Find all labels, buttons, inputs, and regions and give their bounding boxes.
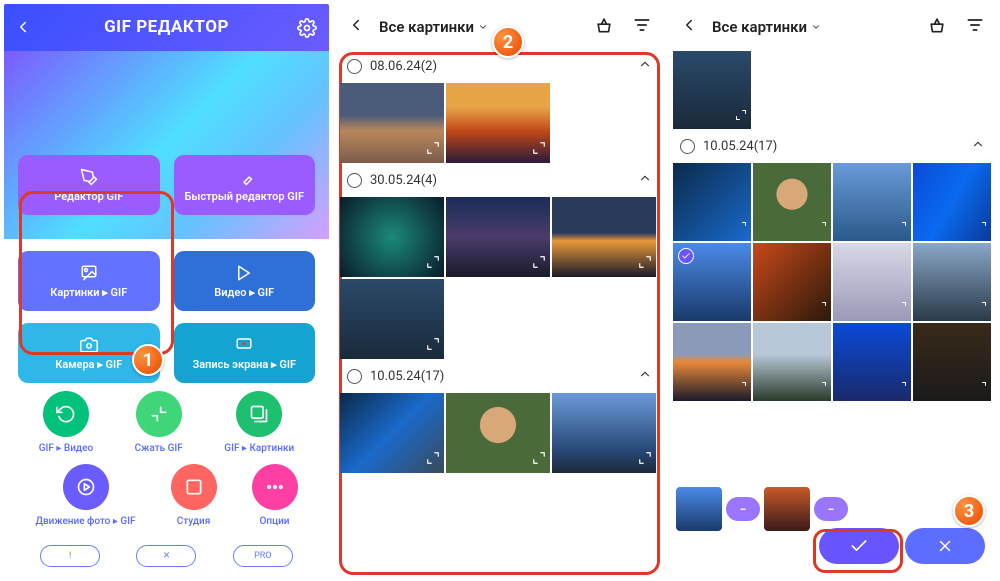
thumbnail[interactable] — [753, 163, 831, 241]
thumbnail[interactable] — [673, 51, 751, 129]
thumbnail[interactable] — [552, 393, 656, 473]
album-dropdown[interactable]: Все картинки — [379, 18, 488, 36]
panel-app-home: GIF РЕДАКТОР Редактор GIF Быстрый редакт… — [4, 4, 329, 577]
circle-studio[interactable]: Студия — [171, 464, 217, 527]
card-fast-editor[interactable]: Быстрый редактор GIF — [174, 155, 316, 215]
back-icon[interactable] — [347, 16, 365, 38]
circle-row-2: Движение фото ▸ GIF Студия Опции — [18, 464, 315, 527]
thumbnail[interactable] — [833, 323, 911, 401]
thumbnail[interactable] — [913, 243, 991, 321]
gallery-header: Все картинки — [670, 4, 995, 50]
circle-gif-to-video[interactable]: GIF ▸ Видео — [39, 391, 93, 454]
thumbnail[interactable] — [673, 323, 751, 401]
card-screenrec-to-gif[interactable]: Запись экрана ▸ GIF — [174, 323, 316, 383]
step-badge-3: 3 — [953, 495, 985, 527]
step-badge-2: 2 — [492, 26, 524, 58]
bottom-pills: ! ✕ PRO — [4, 539, 329, 577]
basket-icon[interactable] — [927, 15, 947, 39]
thumbnail[interactable] — [753, 323, 831, 401]
circle-motion-photo[interactable]: Движение фото ▸ GIF — [36, 464, 136, 527]
pill-noads[interactable]: ✕ — [136, 545, 196, 567]
pill-info[interactable]: ! — [40, 545, 100, 567]
thumbnail[interactable] — [340, 393, 444, 473]
filter-icon[interactable] — [965, 15, 985, 39]
circle-row-1: GIF ▸ Видео Сжать GIF GIF ▸ Картинки — [18, 391, 315, 454]
card-video-to-gif[interactable]: Видео ▸ GIF — [174, 251, 316, 311]
thumbnail[interactable] — [340, 197, 444, 277]
panel-gallery-selected: Все картинки 10.05.24(17) ━ — [670, 4, 995, 577]
strip-clear[interactable]: ━ — [814, 497, 848, 521]
cancel-button[interactable] — [905, 528, 985, 564]
thumbnail[interactable] — [552, 197, 656, 277]
highlight-box-1 — [19, 191, 174, 355]
thumbnail[interactable] — [673, 163, 751, 241]
thumbnail[interactable] — [833, 163, 911, 241]
thumbnail[interactable] — [833, 243, 911, 321]
gallery-body: 10.05.24(17) ━ ━ — [670, 50, 995, 577]
thumbnail[interactable] — [446, 393, 550, 473]
header: GIF РЕДАКТОР — [4, 4, 329, 51]
highlight-box-3 — [813, 529, 903, 573]
thumbnail[interactable] — [446, 83, 550, 163]
app-title: GIF РЕДАКТОР — [104, 17, 229, 37]
circle-gif-to-pics[interactable]: GIF ▸ Картинки — [224, 391, 294, 454]
thumbnail-selected[interactable] — [673, 243, 751, 321]
thumbnail[interactable] — [340, 279, 444, 359]
gallery-body: 08.06.24(2) 30.05.24(4) 10.05.24(17) — [337, 50, 662, 577]
back-icon[interactable] — [14, 18, 32, 40]
panel-gallery: Все картинки 08.06.24(2) 30.05.24(4) 10.… — [337, 4, 662, 577]
thumbnail[interactable] — [753, 243, 831, 321]
filter-icon[interactable] — [632, 15, 652, 39]
group-header[interactable]: 10.05.24(17) — [670, 130, 995, 162]
thumbnail[interactable] — [340, 83, 444, 163]
thumbnail[interactable] — [446, 197, 550, 277]
thumbnail[interactable] — [913, 163, 991, 241]
thumbnail[interactable] — [913, 323, 991, 401]
strip-clear[interactable]: ━ — [726, 497, 760, 521]
album-dropdown[interactable]: Все картинки — [712, 18, 821, 36]
circle-options[interactable]: Опции — [252, 464, 298, 527]
step-badge-1: 1 — [132, 344, 164, 376]
back-icon[interactable] — [680, 16, 698, 38]
circle-compress-gif[interactable]: Сжать GIF — [135, 391, 183, 454]
basket-icon[interactable] — [594, 15, 614, 39]
gear-icon[interactable] — [297, 18, 317, 42]
bottom-action-bar — [676, 521, 989, 571]
pill-pro[interactable]: PRO — [233, 545, 293, 567]
